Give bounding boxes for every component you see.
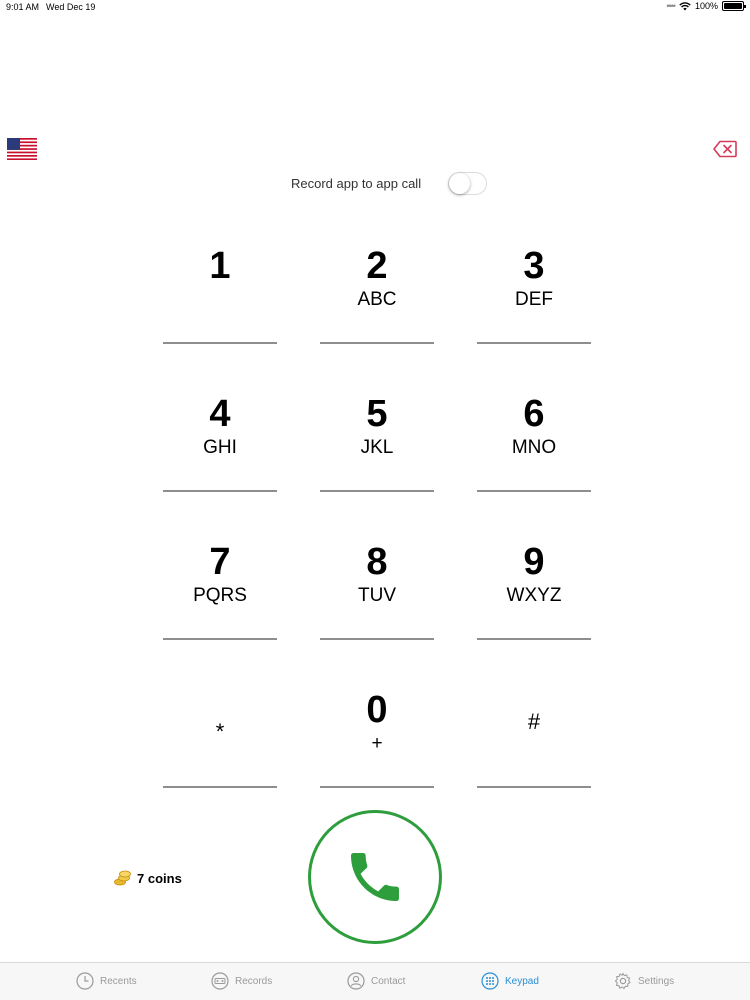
key-divider — [163, 342, 277, 344]
tab-bar: Recents Records Contact Keypad Settings — [0, 962, 750, 1000]
key-digit: 6 — [523, 393, 545, 435]
record-icon — [211, 972, 229, 990]
backspace-icon[interactable] — [713, 140, 737, 158]
key-divider — [320, 786, 434, 788]
us-flag-icon[interactable] — [7, 138, 37, 160]
key-9[interactable]: 9 WXYZ — [477, 528, 591, 640]
tab-recents[interactable]: Recents — [76, 972, 137, 990]
key-letters: ABC — [357, 289, 397, 310]
key-divider — [477, 638, 591, 640]
tab-label: Records — [235, 975, 273, 987]
status-date: Wed Dec 19 — [46, 2, 96, 12]
tab-label: Recents — [100, 975, 137, 987]
contact-icon — [347, 972, 365, 990]
key-1[interactable]: 1 — [163, 232, 277, 344]
status-right: •••• 100% — [666, 1, 746, 11]
record-label: Record app to app call — [291, 176, 422, 191]
key-symbol: * — [215, 719, 225, 744]
key-letters: DEF — [515, 289, 553, 310]
key-digit: 2 — [366, 245, 388, 287]
key-letters: WXYZ — [506, 585, 562, 606]
coins-icon — [114, 870, 131, 886]
key-7[interactable]: 7 PQRS — [163, 528, 277, 640]
tab-settings[interactable]: Settings — [614, 972, 674, 990]
key-divider — [320, 490, 434, 492]
key-0[interactable]: 0 + — [320, 676, 434, 788]
key-4[interactable]: 4 GHI — [163, 380, 277, 492]
key-5[interactable]: 5 JKL — [320, 380, 434, 492]
key-2[interactable]: 2 ABC — [320, 232, 434, 344]
key-divider — [477, 490, 591, 492]
key-divider — [163, 786, 277, 788]
call-button[interactable] — [308, 810, 442, 944]
key-digit: 5 — [366, 393, 388, 435]
key-star[interactable]: * — [163, 676, 277, 788]
battery-icon — [722, 1, 746, 11]
key-divider — [320, 342, 434, 344]
tab-label: Settings — [638, 975, 675, 987]
key-digit: 4 — [209, 393, 231, 435]
wifi-icon — [679, 1, 691, 10]
key-symbol: # — [527, 709, 541, 734]
clock-icon — [76, 972, 94, 990]
tab-keypad[interactable]: Keypad — [481, 972, 539, 990]
key-divider — [477, 342, 591, 344]
key-letters: JKL — [360, 437, 394, 458]
coins-balance[interactable]: 7 coins — [114, 870, 182, 886]
phone-icon — [351, 853, 399, 901]
key-digit: 1 — [209, 245, 231, 287]
key-digit: 9 — [523, 541, 545, 583]
status-bar: 9:01 AM Wed Dec 19 •••• 100% — [0, 0, 750, 16]
tab-contact[interactable]: Contact — [347, 972, 405, 990]
record-row: Record app to app call — [0, 172, 750, 196]
key-letters: MNO — [511, 437, 557, 458]
battery-percent: 100% — [694, 1, 718, 11]
keypad-icon — [481, 972, 499, 990]
key-divider — [477, 786, 591, 788]
key-digit: 8 — [366, 541, 388, 583]
status-time: 9:01 AM — [6, 2, 40, 12]
key-8[interactable]: 8 TUV — [320, 528, 434, 640]
gear-icon — [614, 972, 631, 990]
key-digit: 7 — [209, 541, 231, 583]
key-digit: 0 — [366, 689, 388, 731]
key-letters: PQRS — [193, 585, 247, 606]
key-digit: 3 — [523, 245, 545, 287]
key-letters: + — [371, 733, 383, 754]
record-toggle[interactable] — [448, 172, 487, 195]
signal-icon: •••• — [666, 1, 676, 11]
tab-label: Contact — [371, 975, 406, 987]
key-letters: GHI — [203, 437, 237, 458]
key-divider — [163, 490, 277, 492]
key-hash[interactable]: # — [477, 676, 591, 788]
key-divider — [163, 638, 277, 640]
dialer-screen: 9:01 AM Wed Dec 19 •••• 100% Record app … — [0, 0, 750, 1000]
tab-records[interactable]: Records — [211, 972, 272, 990]
key-divider — [320, 638, 434, 640]
key-3[interactable]: 3 DEF — [477, 232, 591, 344]
record-toggle-knob — [449, 173, 470, 194]
coins-label: 7 coins — [137, 870, 182, 886]
key-6[interactable]: 6 MNO — [477, 380, 591, 492]
tab-label: Keypad — [505, 975, 539, 987]
key-letters: TUV — [358, 585, 396, 606]
